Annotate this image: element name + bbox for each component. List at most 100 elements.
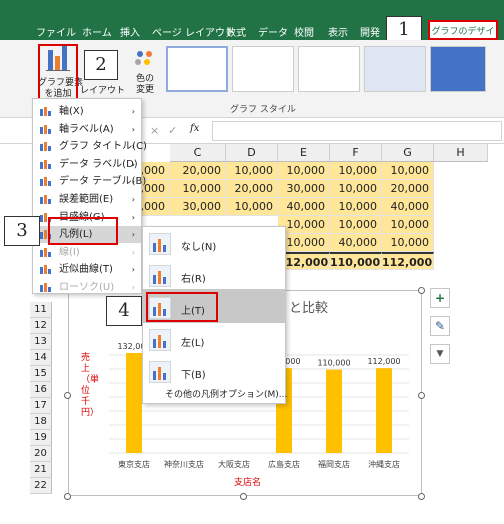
row-header[interactable]: 15 — [30, 366, 52, 382]
row-header[interactable]: 19 — [30, 430, 52, 446]
menu-item-legend-none[interactable]: なし(N) — [143, 229, 285, 259]
data-label[interactable]: 110,000 — [317, 359, 350, 368]
tab-data[interactable]: データ — [258, 24, 288, 39]
row-header[interactable]: 17 — [30, 398, 52, 414]
resize-handle[interactable] — [418, 287, 425, 294]
chart-style-3[interactable] — [298, 46, 360, 92]
resize-handle[interactable] — [64, 493, 71, 500]
row-header[interactable]: 22 — [30, 478, 52, 494]
bar[interactable] — [376, 368, 392, 453]
tab-developer[interactable]: 開発 — [360, 24, 380, 39]
x-axis-title[interactable]: 支店名 — [234, 475, 261, 488]
cell[interactable]: 30,000 — [170, 198, 226, 216]
cell[interactable]: 10,000 — [330, 198, 382, 216]
col-header-g[interactable]: G — [382, 144, 434, 162]
cell[interactable]: 10,000 — [226, 162, 278, 180]
row-header[interactable]: 14 — [30, 350, 52, 366]
tab-formulas[interactable]: 数式 — [226, 24, 246, 39]
menu-item-legend-right[interactable]: 右(R) — [143, 261, 285, 291]
cell[interactable]: ,000 — [140, 198, 170, 216]
col-header-h[interactable]: H — [434, 144, 488, 162]
menu-item-up-down-bars[interactable]: ローソク(U) › — [33, 279, 141, 296]
tab-file[interactable]: ファイル — [36, 24, 76, 39]
palette-icon — [135, 51, 152, 65]
row-header[interactable]: 12 — [30, 318, 52, 334]
row-header[interactable]: 21 — [30, 462, 52, 478]
resize-handle[interactable] — [418, 392, 425, 399]
axes-icon — [40, 107, 51, 116]
row-header[interactable]: 20 — [30, 446, 52, 462]
chart-style-5[interactable] — [430, 46, 486, 92]
data-table-icon — [40, 177, 51, 187]
cell-total[interactable]: 112,000 — [382, 252, 434, 270]
cell[interactable]: 20,000 — [226, 180, 278, 198]
chart-elements-plus-icon[interactable]: + — [430, 288, 450, 308]
tab-review[interactable]: 校閲 — [294, 24, 314, 39]
bar[interactable] — [326, 369, 342, 453]
cell[interactable]: 10,000 — [330, 216, 382, 234]
bar[interactable] — [126, 353, 142, 453]
cell[interactable]: 20,000 — [382, 180, 434, 198]
x-tick-label: 東京支店 — [118, 459, 150, 469]
color-label-1: 色の — [135, 74, 154, 84]
more-legend-options[interactable]: その他の凡例オプション(M)... — [165, 387, 287, 400]
cell[interactable]: 10,000 — [382, 234, 434, 252]
enter-icon[interactable]: ✓ — [168, 124, 177, 137]
menu-item-error-bars[interactable]: 誤差範囲(E) › — [33, 191, 141, 208]
quick-layout-label[interactable]: レイアウト — [80, 86, 125, 97]
cell[interactable]: 10,000 — [226, 198, 278, 216]
menu-item-label: なし(N) — [181, 242, 217, 253]
data-labels-icon — [40, 159, 51, 169]
cell[interactable]: 10,000 — [170, 180, 226, 198]
resize-handle[interactable] — [240, 493, 247, 500]
row-header[interactable]: 11 — [30, 302, 52, 318]
chart-style-2[interactable] — [232, 46, 294, 92]
menu-item-axis-titles[interactable]: 軸ラベル(A) › — [33, 121, 141, 138]
cell-total[interactable]: 110,000 — [330, 252, 382, 270]
col-header-c[interactable]: C — [170, 144, 226, 162]
menu-item-data-table[interactable]: データ テーブル(B) › — [33, 173, 146, 190]
col-header-d[interactable]: D — [226, 144, 278, 162]
resize-handle[interactable] — [418, 493, 425, 500]
col-header-f[interactable]: F — [330, 144, 382, 162]
menu-item-chart-title[interactable]: グラフ タイトル(C) › — [33, 138, 147, 155]
y-axis-title[interactable]: 売上（単位 千円） — [81, 353, 99, 419]
cell[interactable]: 40,000 — [382, 198, 434, 216]
menu-item-data-labels[interactable]: データ ラベル(D) › — [33, 156, 141, 173]
row-header[interactable]: 16 — [30, 382, 52, 398]
data-label[interactable]: 112,000 — [367, 357, 400, 366]
menu-item-trendline[interactable]: 近似曲線(T) › — [33, 261, 141, 278]
tab-insert[interactable]: 挿入 — [120, 24, 140, 39]
menu-item-legend-left[interactable]: 左(L) — [143, 325, 285, 355]
chart-styles-brush-icon[interactable]: ✎ — [430, 316, 450, 336]
menu-item-axes[interactable]: 軸(X) › — [33, 103, 141, 120]
cell[interactable]: 10,000 — [330, 162, 382, 180]
cell[interactable]: 40,000 — [330, 234, 382, 252]
tab-home[interactable]: ホーム — [82, 24, 112, 39]
cell[interactable]: 40,000 — [278, 198, 330, 216]
chart-style-1[interactable] — [166, 46, 228, 92]
cell[interactable]: 10,000 — [382, 216, 434, 234]
chart-filter-icon[interactable]: ▼ — [430, 344, 450, 364]
formula-input[interactable] — [212, 121, 502, 141]
function-icon[interactable]: fx — [190, 123, 199, 134]
tab-chart-design[interactable]: グラフのデザイン — [428, 20, 498, 57]
row-header[interactable]: 13 — [30, 334, 52, 350]
col-header-e[interactable]: E — [278, 144, 330, 162]
menu-item-label: 右(R) — [181, 274, 206, 285]
cell[interactable]: 20,000 — [170, 162, 226, 180]
cell[interactable]: 30,000 — [278, 180, 330, 198]
cell[interactable]: 10,000 — [382, 162, 434, 180]
tab-page-layout[interactable]: ページ レイアウト — [152, 24, 235, 39]
cell[interactable]: 10,000 — [330, 180, 382, 198]
menu-item-legend-bottom[interactable]: 下(B) — [143, 357, 285, 387]
cancel-icon[interactable]: × — [150, 124, 159, 137]
menu-item-lines[interactable]: 線(I) › — [33, 244, 141, 261]
menu-item-label: データ ラベル(D) — [59, 158, 138, 170]
change-colors-button[interactable]: 色の 変更 — [128, 48, 162, 102]
cell[interactable]: 10,000 — [278, 162, 330, 180]
tab-view[interactable]: 表示 — [328, 24, 348, 39]
chart-style-4[interactable] — [364, 46, 426, 92]
resize-handle[interactable] — [64, 392, 71, 399]
row-header[interactable]: 18 — [30, 414, 52, 430]
